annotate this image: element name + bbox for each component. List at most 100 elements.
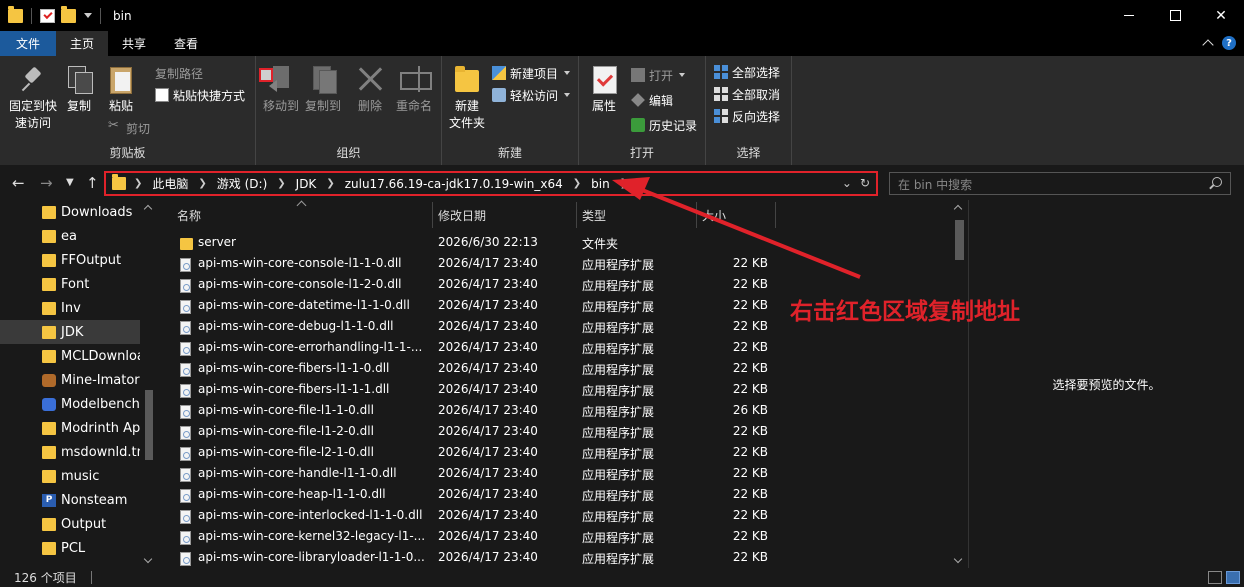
sidebar-item[interactable]: Modelbench — [0, 392, 140, 416]
address-history-button[interactable]: ⌄ — [842, 176, 852, 190]
scrollbar-thumb[interactable] — [955, 220, 964, 260]
cut-button[interactable]: 剪切 — [108, 118, 150, 138]
history-button[interactable]: 历史记录 — [631, 115, 697, 135]
easy-access-button[interactable]: 轻松访问 — [492, 85, 571, 105]
up-button[interactable]: ↑ — [86, 174, 99, 192]
sidebar-item[interactable]: PCL — [0, 536, 140, 560]
breadcrumb-this-pc[interactable]: 此电脑 — [152, 175, 188, 192]
file-row[interactable]: api-ms-win-core-handle-l1-1-0.dll 2026/4/… — [158, 464, 951, 485]
column-divider[interactable] — [576, 202, 577, 228]
breadcrumb-separator[interactable]: ❯ — [326, 178, 334, 189]
sidebar-item[interactable]: music — [0, 464, 140, 488]
details-view-icon[interactable] — [1208, 571, 1222, 584]
minimize-button[interactable] — [1106, 0, 1152, 31]
column-divider[interactable] — [775, 202, 776, 228]
sidebar-item[interactable]: Downloads — [0, 200, 140, 224]
file-row[interactable]: api-ms-win-core-libraryloader-l1-1-0....… — [158, 548, 951, 568]
file-row[interactable]: api-ms-win-core-kernel32-legacy-l1-... 20… — [158, 527, 951, 548]
collapse-ribbon-icon[interactable] — [1202, 39, 1214, 51]
copy-path-button[interactable]: 复制路径 — [155, 63, 273, 83]
move-to-button[interactable]: 移动到 — [260, 64, 302, 115]
sidebar-item[interactable]: ea — [0, 224, 140, 248]
properties-button[interactable]: 属性 — [589, 64, 619, 115]
column-header-name[interactable]: 名称 — [177, 200, 201, 230]
file-row[interactable]: api-ms-win-core-fibers-l1-1-0.dll 2026/4/… — [158, 359, 951, 380]
copy-to-button[interactable]: 复制到 — [302, 64, 344, 115]
new-folder-quick-icon[interactable] — [61, 5, 76, 23]
rename-button[interactable]: 重命名 — [392, 64, 436, 115]
pin-quick-access-button[interactable]: 固定到快 速访问 — [6, 64, 60, 132]
search-icon[interactable] — [1212, 177, 1222, 187]
file-row[interactable]: api-ms-win-core-file-l2-1-0.dll 2026/4/17… — [158, 443, 951, 464]
paste-shortcut-icon — [155, 88, 169, 102]
column-header-date[interactable]: 修改日期 — [438, 200, 486, 230]
file-row[interactable]: api-ms-win-core-file-l1-2-0.dll 2026/4/17… — [158, 422, 951, 443]
tab-view[interactable]: 查看 — [160, 31, 212, 56]
column-divider[interactable] — [432, 202, 433, 228]
sidebar-item[interactable]: Inv — [0, 296, 140, 320]
breadcrumb-separator[interactable]: ❯ — [277, 178, 285, 189]
column-divider[interactable] — [696, 202, 697, 228]
file-list-scrollbar[interactable] — [951, 200, 968, 568]
new-folder-button[interactable]: 新建 文件夹 — [448, 64, 486, 132]
select-all-button[interactable]: 全部选择 — [714, 62, 780, 82]
properties-quick-icon[interactable] — [40, 8, 55, 23]
scroll-down-icon[interactable] — [953, 554, 963, 564]
tab-file[interactable]: 文件 — [0, 31, 57, 56]
file-row[interactable]: api-ms-win-core-heap-l1-1-0.dll 2026/4/17… — [158, 485, 951, 506]
breadcrumb-separator[interactable]: ❯ — [134, 178, 142, 189]
breadcrumb-separator[interactable]: ❯ — [573, 178, 581, 189]
delete-button[interactable]: 删除 — [354, 64, 386, 115]
sidebar-item[interactable]: msdownld.tm — [0, 440, 140, 464]
breadcrumb-zulu[interactable]: zulu17.66.19-ca-jdk17.0.19-win_x64 — [345, 177, 563, 191]
sidebar-item[interactable]: P Nonsteam — [0, 488, 140, 512]
file-row[interactable]: api-ms-win-core-fibers-l1-1-1.dll 2026/4/… — [158, 380, 951, 401]
open-button[interactable]: 打开 — [631, 65, 686, 85]
copy-button[interactable]: 复制 — [62, 64, 96, 115]
breadcrumb-jdk[interactable]: JDK — [296, 177, 317, 191]
sidebar-item[interactable]: Output — [0, 512, 140, 536]
search-input[interactable]: 在 bin 中搜索 — [889, 172, 1231, 195]
scrollbar-thumb[interactable] — [145, 390, 153, 460]
file-row[interactable]: api-ms-win-core-file-l1-1-0.dll 2026/4/17… — [158, 401, 951, 422]
sidebar-item[interactable]: MCLDownloa — [0, 344, 140, 368]
column-header-type[interactable]: 类型 — [582, 200, 606, 230]
maximize-button[interactable] — [1152, 0, 1198, 31]
recent-locations-button[interactable]: ▼ — [66, 177, 74, 188]
file-row[interactable]: api-ms-win-core-interlocked-l1-1-0.dll 20… — [158, 506, 951, 527]
close-button[interactable]: ✕ — [1198, 0, 1244, 31]
file-row[interactable]: api-ms-win-core-console-l1-1-0.dll 2026/4… — [158, 254, 951, 275]
tab-share[interactable]: 共享 — [108, 31, 160, 56]
scroll-up-icon[interactable] — [143, 204, 153, 214]
breadcrumb-bin[interactable]: bin — [591, 177, 610, 191]
refresh-button[interactable]: ↻ — [860, 176, 870, 190]
navigation-pane-scrollbar[interactable] — [141, 200, 158, 568]
file-row[interactable]: api-ms-win-core-errorhandling-l1-1-... 20… — [158, 338, 951, 359]
back-button[interactable]: ← — [12, 174, 25, 192]
breadcrumb-drive-d[interactable]: 游戏 (D:) — [217, 175, 267, 192]
column-header-size[interactable]: 大小 — [702, 200, 726, 230]
forward-button[interactable]: → — [40, 174, 53, 192]
invert-selection-button[interactable]: 反向选择 — [714, 106, 780, 126]
sidebar-item[interactable]: Mine-Imator — [0, 368, 140, 392]
new-item-button[interactable]: 新建项目 — [492, 63, 571, 83]
address-bar[interactable]: ❯ 此电脑 ❯ 游戏 (D:) ❯ JDK ❯ zulu17.66.19-ca-… — [104, 171, 878, 196]
large-icons-view-icon[interactable] — [1226, 571, 1240, 584]
scroll-down-icon[interactable] — [143, 554, 153, 564]
help-icon[interactable]: ? — [1222, 36, 1236, 50]
scroll-up-icon[interactable] — [953, 204, 963, 214]
breadcrumb-separator[interactable]: ❯ — [620, 178, 628, 189]
edit-button[interactable]: 编辑 — [631, 90, 673, 110]
sidebar-item[interactable]: JDK — [0, 320, 140, 344]
tab-home[interactable]: 主页 — [56, 31, 109, 56]
file-row[interactable]: server 2026/6/30 22:13 文件夹 — [158, 233, 951, 254]
sidebar-item[interactable]: Font — [0, 272, 140, 296]
customize-dropdown-icon[interactable] — [84, 13, 92, 18]
file-date: 2026/4/17 23:40 — [438, 361, 538, 375]
paste-button[interactable]: 粘贴 — [104, 64, 138, 115]
paste-shortcut-button[interactable]: 粘贴快捷方式 — [155, 85, 245, 105]
breadcrumb-separator[interactable]: ❯ — [198, 178, 206, 189]
select-none-button[interactable]: 全部取消 — [714, 84, 780, 104]
sidebar-item[interactable]: FFOutput — [0, 248, 140, 272]
sidebar-item[interactable]: Modrinth App — [0, 416, 140, 440]
